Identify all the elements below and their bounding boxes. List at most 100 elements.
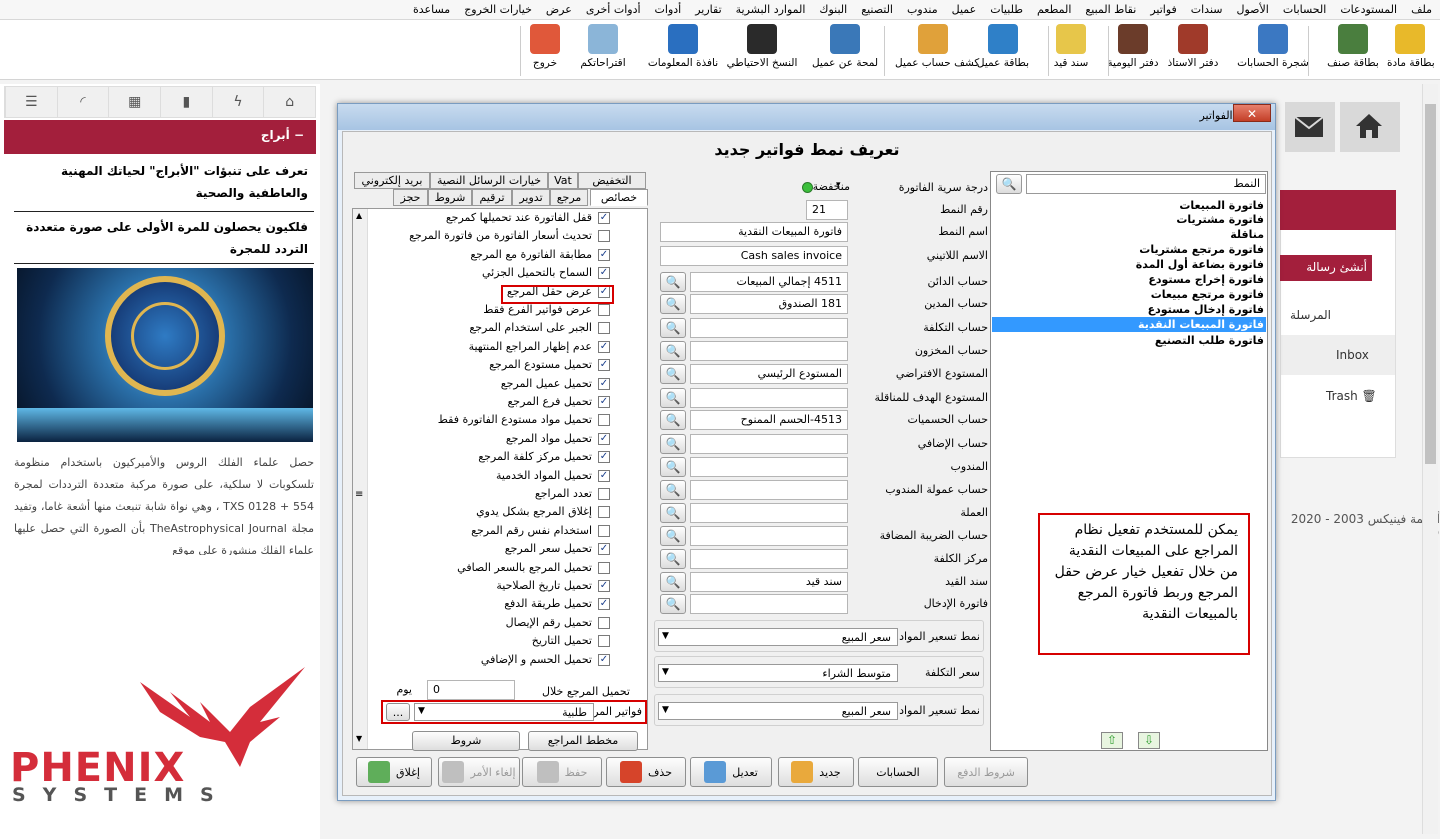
checkbox[interactable]: ✓ bbox=[598, 212, 610, 224]
folder-sent[interactable]: المرسلة bbox=[1290, 308, 1331, 322]
field-input[interactable]: فاتورة المبيعات النقدية bbox=[660, 222, 848, 242]
toolbar-button[interactable]: سند قيد bbox=[1050, 24, 1092, 78]
folder-inbox[interactable]: Inbox bbox=[1336, 348, 1369, 362]
checkbox[interactable]: ✓ bbox=[598, 267, 610, 280]
check-option[interactable]: ✓ تحميل مستودع المرجع bbox=[370, 357, 610, 375]
check-option[interactable]: استخدام نفس رقم المرجع bbox=[370, 523, 610, 541]
tab-row2-1[interactable]: مرجع bbox=[550, 189, 588, 206]
tab-0[interactable]: التخفيض bbox=[578, 172, 646, 189]
search-icon[interactable]: 🔍 bbox=[660, 480, 686, 500]
tab-row2-0[interactable]: خصائص bbox=[590, 189, 648, 206]
check-option[interactable]: ✓ تحميل المواد الخدمية bbox=[370, 468, 610, 486]
field-input[interactable] bbox=[690, 503, 848, 523]
calendar-icon[interactable]: ▦ bbox=[108, 87, 160, 117]
bottom-button-3[interactable]: تعديل bbox=[690, 757, 772, 787]
checkbox[interactable]: ✓ bbox=[598, 248, 610, 261]
menu-item[interactable]: عرض bbox=[546, 3, 572, 16]
toolbar-button[interactable]: دفتر الاستاذ bbox=[1165, 24, 1221, 78]
field-input[interactable] bbox=[690, 457, 848, 477]
toolbar-button[interactable]: لمحة عن عميل bbox=[806, 24, 884, 78]
search-icon[interactable]: 🔍 bbox=[660, 294, 686, 314]
toolbar-button[interactable]: شجرة الحسابات bbox=[1234, 24, 1312, 78]
field-input[interactable] bbox=[690, 388, 848, 408]
menu-item[interactable]: فواتير bbox=[1150, 3, 1176, 16]
menu-item[interactable]: طلبيات bbox=[990, 3, 1023, 16]
menu-item[interactable]: أدوات bbox=[655, 3, 682, 16]
checkbox[interactable]: ✓ bbox=[598, 432, 610, 445]
page-scrollbar[interactable] bbox=[1422, 84, 1438, 834]
compose-button[interactable]: أنشئ رسالة bbox=[1280, 255, 1372, 281]
check-option[interactable]: ✓ تحميل عميل المرجع bbox=[370, 376, 610, 394]
checkbox[interactable] bbox=[598, 322, 610, 335]
ref-scheme-button[interactable]: مخطط المراجع bbox=[528, 731, 638, 751]
search-icon[interactable]: 🔍 bbox=[660, 594, 686, 614]
search-icon[interactable]: 🔍 bbox=[660, 549, 686, 569]
menu-item[interactable]: المطعم bbox=[1037, 3, 1071, 16]
search-icon[interactable]: 🔍 bbox=[660, 388, 686, 408]
checkbox[interactable] bbox=[598, 230, 610, 243]
search-icon[interactable]: 🔍 bbox=[660, 457, 686, 477]
invoice-type-item[interactable]: فاتورة طلب التصنيع bbox=[992, 333, 1266, 348]
check-option[interactable]: ✓ عدم إظهار المراجع المنتهية bbox=[370, 339, 610, 357]
field-input[interactable] bbox=[690, 526, 848, 546]
search-icon[interactable]: 🔍 bbox=[660, 341, 686, 361]
checkbox[interactable] bbox=[598, 304, 610, 316]
check-option[interactable]: تحميل المرجع بالسعر الصافي bbox=[370, 560, 610, 578]
checkbox[interactable]: ✓ bbox=[598, 451, 610, 464]
field-input[interactable]: Cash sales invoice bbox=[660, 246, 848, 266]
menu-item[interactable]: تقارير bbox=[695, 3, 721, 16]
rss-icon[interactable]: ◜ bbox=[56, 87, 109, 117]
news-link-1[interactable]: تعرف على تنبؤات "الأبراج" لحياتك المهنية… bbox=[14, 156, 314, 212]
home-icon[interactable]: ⌂ bbox=[263, 87, 315, 117]
check-option[interactable]: ✓ قفل الفاتورة عند تحميلها كمرجع bbox=[370, 210, 610, 228]
bottom-button-2[interactable]: جديد bbox=[778, 757, 854, 787]
search-icon[interactable]: 🔍 bbox=[660, 272, 686, 292]
checkbox[interactable] bbox=[598, 506, 610, 519]
search-icon[interactable]: 🔍 bbox=[660, 503, 686, 523]
invoice-type-item[interactable]: فاتورة مشتريات bbox=[992, 212, 1266, 227]
horoscope-header[interactable]: − أبراج bbox=[4, 120, 316, 154]
field-input[interactable] bbox=[690, 549, 848, 569]
checkbox[interactable] bbox=[598, 414, 610, 427]
load-within-days-input[interactable]: 0 bbox=[427, 680, 515, 700]
check-option[interactable]: تحميل رقم الإيصال bbox=[370, 615, 610, 633]
check-option[interactable]: إغلاق المرجع بشكل يدوي bbox=[370, 504, 610, 522]
tab-3[interactable]: بريد إلكتروني bbox=[354, 172, 430, 189]
check-option[interactable]: ✓ تحميل تاريخ الصلاحية bbox=[370, 578, 610, 596]
field-input[interactable]: 181 الصندوق bbox=[690, 294, 848, 314]
menu-item[interactable]: سندات bbox=[1191, 3, 1223, 16]
check-option[interactable]: ✓ السماح بالتحميل الجزئي bbox=[370, 265, 610, 283]
flash-icon[interactable]: ϟ bbox=[211, 87, 264, 117]
search-icon[interactable]: 🔍 bbox=[660, 526, 686, 546]
checkbox[interactable] bbox=[598, 488, 610, 500]
menu-item[interactable]: المستودعات bbox=[1340, 3, 1397, 16]
checkbox[interactable]: ✓ bbox=[598, 340, 610, 353]
tab-2[interactable]: خيارات الرسائل النصية bbox=[430, 172, 548, 189]
field-input[interactable]: المستودع الرئيسي bbox=[690, 364, 848, 384]
folder-trash[interactable]: Trash 🗑 bbox=[1326, 389, 1377, 403]
dialog-titlebar[interactable]: تعريف الفواتير bbox=[338, 104, 1275, 130]
search-icon[interactable]: 🔍 bbox=[660, 318, 686, 338]
menu-item[interactable]: ملف bbox=[1411, 3, 1432, 16]
menu-item[interactable]: مندوب bbox=[907, 3, 938, 16]
check-option[interactable]: ✓ تحميل مركز كلفة المرجع bbox=[370, 449, 610, 467]
checkbox[interactable]: ✓ bbox=[598, 580, 610, 592]
check-option[interactable]: ✓ تحميل مواد المرجع bbox=[370, 431, 610, 449]
menu-item[interactable]: الحسابات bbox=[1283, 3, 1326, 16]
bottom-button-4[interactable]: حذف bbox=[606, 757, 686, 787]
invoice-type-item[interactable]: فاتورة المبيعات bbox=[992, 198, 1266, 213]
toolbar-button[interactable]: دفتر اليومية bbox=[1105, 24, 1161, 78]
invoice-type-item[interactable]: فاتورة مرتجع مشتريات bbox=[992, 242, 1266, 257]
field-input[interactable] bbox=[690, 341, 848, 361]
secrecy-selector[interactable]: منخفضة ▾ bbox=[760, 180, 850, 196]
tab-row2-4[interactable]: شروط bbox=[428, 189, 472, 206]
check-option[interactable]: ✓ تحميل طريقة الدفع bbox=[370, 596, 610, 614]
ref-invoices-combo[interactable]: طلبية ▼ bbox=[414, 703, 594, 721]
tab-row2-2[interactable]: تدوير bbox=[512, 189, 550, 206]
toolbar-button[interactable]: بطاقة مادة bbox=[1387, 24, 1435, 78]
properties-scrollbar[interactable]: ▲ ≡ ▼ bbox=[353, 209, 368, 749]
field-input[interactable]: 4511 إجمالي المبيعات bbox=[690, 272, 848, 292]
checkbox[interactable] bbox=[598, 616, 610, 629]
check-option[interactable]: ✓ مطابقة الفاتورة مع المرجع bbox=[370, 247, 610, 265]
dialog-close-button[interactable]: ✕ bbox=[1233, 104, 1271, 122]
